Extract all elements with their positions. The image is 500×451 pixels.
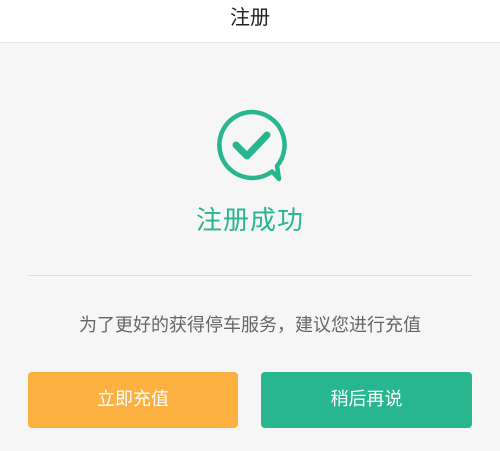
- later-button[interactable]: 稍后再说: [261, 372, 472, 428]
- success-title: 注册成功: [195, 206, 304, 236]
- check-chat-bubble-icon: [210, 105, 292, 187]
- top-bar: 注册: [0, 0, 500, 43]
- page-title: 注册: [230, 5, 270, 29]
- recharge-suggestion-text: 为了更好的获得停车服务，建议您进行充值: [79, 315, 421, 336]
- divider: [28, 275, 472, 276]
- recharge-now-button[interactable]: 立即充值: [28, 372, 238, 428]
